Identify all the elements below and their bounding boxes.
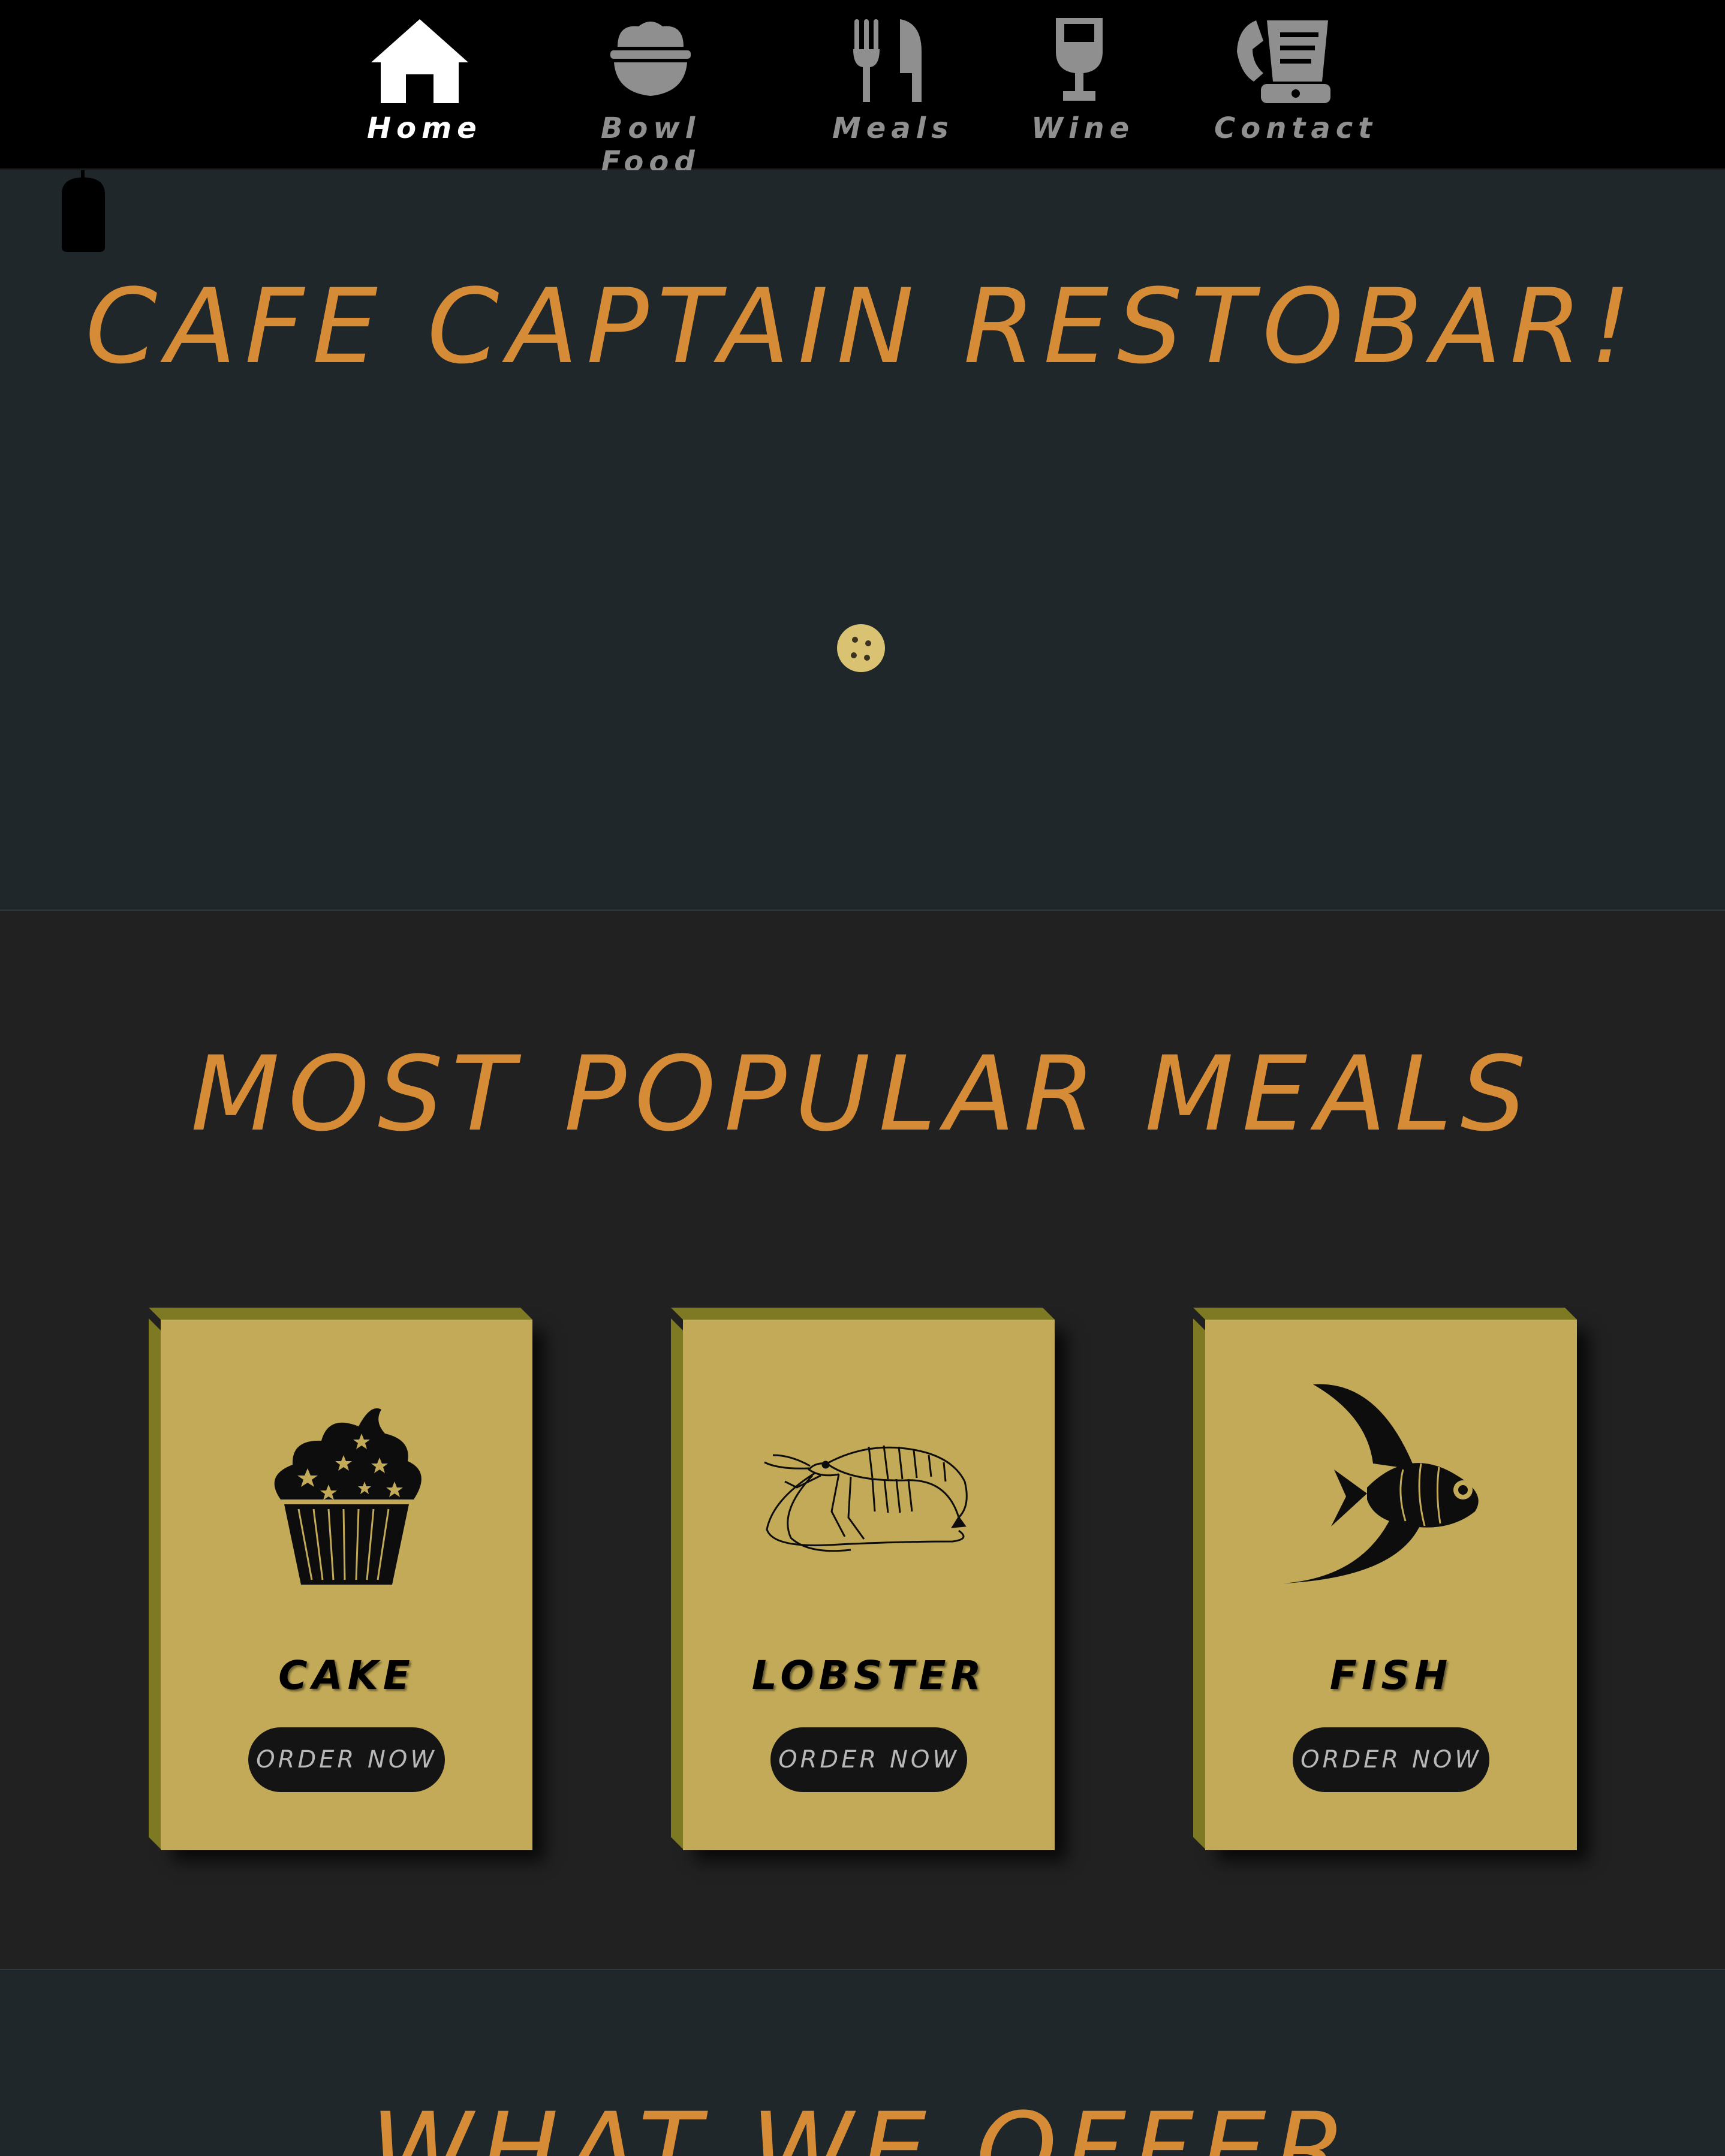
nav-meals[interactable]: Meals xyxy=(832,16,954,153)
nav-meals-label: Meals xyxy=(832,112,954,145)
nav-bowl-food-label: Bowl Food xyxy=(600,112,701,179)
order-now-button[interactable]: ORDER NOW xyxy=(770,1727,967,1792)
nav-wine[interactable]: Wine xyxy=(1031,16,1135,153)
nav-home[interactable]: Home xyxy=(367,16,482,153)
order-now-button[interactable]: ORDER NOW xyxy=(248,1727,445,1792)
nav-wine-label: Wine xyxy=(1031,112,1135,145)
order-now-button[interactable]: ORDER NOW xyxy=(1293,1727,1489,1792)
fish-icon xyxy=(1205,1384,1577,1601)
meal-card-title: FISH xyxy=(1329,1652,1453,1699)
phone-icon xyxy=(1214,16,1352,106)
hero-section: CAFE CAPTAIN RESTOBAR! xyxy=(0,170,1725,911)
cookie-icon xyxy=(836,623,886,676)
bowl-icon xyxy=(561,16,740,106)
main-nav: Home Bowl Food Meals Wine Contact xyxy=(0,0,1725,179)
meal-card-cake: CAKE ORDER NOW xyxy=(161,1320,532,1850)
nav-contact-label: Contact xyxy=(1214,112,1378,145)
section-title: WHAT WE OFFER xyxy=(370,2090,1355,2156)
nav-bowl-food[interactable]: Bowl Food xyxy=(561,16,740,179)
tag-icon xyxy=(58,170,109,257)
wine-glass-icon xyxy=(1031,16,1127,106)
nav-contact[interactable]: Contact xyxy=(1214,16,1378,153)
section-title: MOST POPULAR MEALS xyxy=(191,1034,1534,1154)
hero-title: CAFE CAPTAIN RESTOBAR! xyxy=(85,266,1640,387)
cupcake-icon xyxy=(161,1398,532,1601)
meal-card-fish: FISH ORDER NOW xyxy=(1205,1320,1577,1850)
popular-meals-section: MOST POPULAR MEALS CAKE ORDER NOW LOBSTE… xyxy=(0,911,1725,1970)
meal-card-lobster: LOBSTER ORDER NOW xyxy=(683,1320,1055,1850)
lobster-icon xyxy=(683,1398,1055,1601)
meal-card-title: LOBSTER xyxy=(751,1652,986,1699)
offer-section: WHAT WE OFFER xyxy=(0,1970,1725,2156)
home-icon xyxy=(367,16,472,106)
nav-home-label: Home xyxy=(367,112,482,145)
utensils-icon xyxy=(832,16,943,106)
meal-card-title: CAKE xyxy=(278,1652,415,1699)
